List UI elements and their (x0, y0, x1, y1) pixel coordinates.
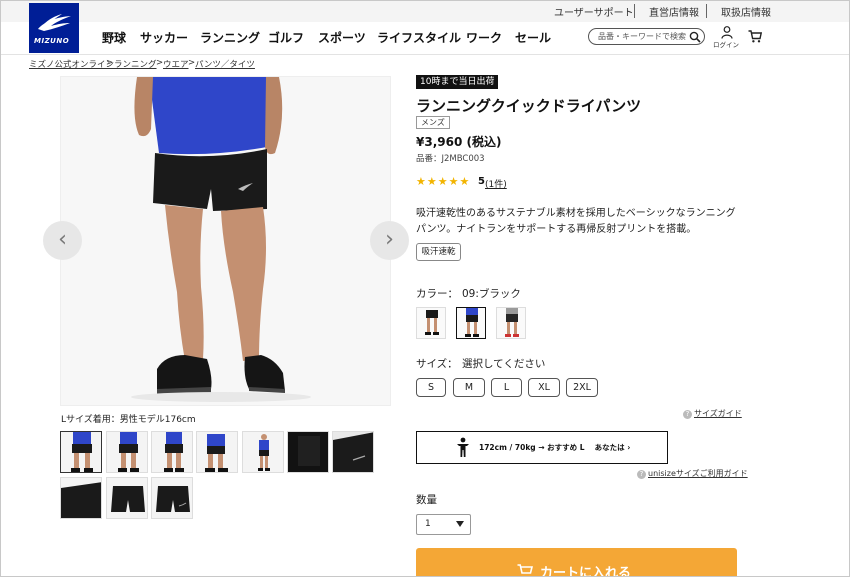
swatch-image (425, 310, 439, 335)
thumbnail[interactable] (106, 477, 148, 519)
rating-stars: ★★★★★ (416, 175, 471, 188)
size-guide-link[interactable]: ? サイズガイド (683, 408, 742, 419)
divider (706, 4, 707, 18)
thumbnail[interactable] (242, 431, 284, 473)
product-title: ランニングクイックドライパンツ (416, 97, 642, 115)
cart-icon[interactable] (748, 30, 762, 43)
size-option-m[interactable]: M (453, 378, 485, 397)
size-option-2xl[interactable]: 2XL (566, 378, 598, 397)
search-input[interactable]: 品番・キーワードで検索 (588, 28, 705, 45)
direct-stores-link[interactable]: 直営店情報 (649, 4, 699, 19)
product-description: 吸汗速乾性のあるサステナブル素材を採用したベーシックなランニングパンツ。ナイトラ… (416, 208, 736, 235)
logo-wordmark: MIZUNO (34, 37, 70, 45)
add-to-cart-label: カートに入れる (540, 566, 632, 577)
breadcrumb-pants[interactable]: パンツ／タイツ (195, 58, 255, 70)
nav-running[interactable]: ランニング (200, 29, 260, 46)
cart-icon (517, 564, 533, 574)
breadcrumb-separator: > (106, 58, 114, 68)
color-value: 09:ブラック (462, 288, 521, 300)
size-label: サイズ： (416, 358, 458, 370)
nav-sale[interactable]: セール (515, 29, 551, 46)
color-swatch-selected[interactable] (456, 307, 486, 339)
thumbnail-image (205, 434, 228, 472)
gender-tag: メンズ (416, 116, 450, 129)
size-guide-label: サイズガイド (694, 409, 742, 418)
header-divider (0, 54, 850, 55)
user-icon (721, 26, 733, 39)
user-support-link[interactable]: ユーザーサポート (554, 4, 634, 19)
search-placeholder: 品番・キーワードで検索 (598, 32, 686, 41)
thumbnail[interactable] (60, 431, 102, 473)
quantity-select[interactable]: 1 (416, 514, 471, 535)
thumbnail-image (61, 478, 101, 518)
nav-baseball[interactable]: 野球 (102, 29, 126, 46)
color-label: カラー： (416, 288, 458, 300)
quantity-value: 1 (425, 519, 431, 529)
login-label: ログイン (713, 41, 739, 49)
thumbnail-image (71, 432, 93, 472)
nav-sports[interactable]: スポーツ (318, 29, 366, 46)
nav-soccer[interactable]: サッカー (140, 29, 188, 46)
thumbnail-image (118, 432, 139, 472)
thumbnail[interactable] (196, 431, 238, 473)
body-figure-icon (457, 437, 469, 457)
help-icon: ? (637, 470, 646, 479)
thumbnail[interactable] (60, 477, 102, 519)
thumbnail[interactable] (287, 431, 329, 473)
thumbnail[interactable] (332, 431, 374, 473)
same-day-shipping-badge: 10時まで当日出荷 (416, 75, 499, 89)
model-caption: Lサイズ着用：男性モデル176cm (61, 415, 196, 425)
breadcrumb-home[interactable]: ミズノ公式オンライン (29, 58, 114, 70)
next-image-button[interactable]: › (370, 221, 409, 260)
nav-work[interactable]: ワーク (466, 29, 502, 46)
unisize-guide-link[interactable]: ? unisizeサイズご利用ガイド (637, 468, 748, 479)
thumbnail-image (111, 486, 145, 512)
utility-bar: ユーザーサポート 直営店情報 取扱店情報 (0, 0, 850, 22)
size-option-l[interactable]: L (491, 378, 522, 397)
nav-lifestyle[interactable]: ライフスタイル (377, 29, 461, 46)
product-photo (131, 77, 311, 402)
product-price: ¥3,960 (税込) (416, 135, 502, 149)
product-code: 品番：J2MBC003 (416, 154, 485, 164)
login-button[interactable]: ログイン (712, 26, 742, 49)
add-to-cart-button[interactable]: カートに入れる (416, 548, 737, 577)
thumbnail-image (156, 486, 190, 512)
review-count-link[interactable]: (1件) (485, 177, 507, 190)
swatch-image (465, 308, 479, 337)
help-icon: ? (683, 410, 692, 419)
size-option-xl[interactable]: XL (528, 378, 560, 397)
thumbnail-image (333, 432, 373, 472)
thumbnail-image (288, 432, 328, 472)
chevron-down-icon (456, 521, 464, 527)
unisize-recommend-text: 172cm / 70kg → おすすめ L あなたは › (479, 443, 631, 452)
breadcrumb-running[interactable]: ランニング (114, 58, 157, 70)
breadcrumb-wear[interactable]: ウエア (163, 58, 189, 70)
search-icon[interactable] (689, 31, 701, 43)
rating-value: 5 (478, 176, 485, 187)
dealers-link[interactable]: 取扱店情報 (721, 4, 771, 19)
unisize-guide-label: unisizeサイズご利用ガイド (648, 469, 748, 478)
thumbnail[interactable] (106, 431, 148, 473)
main-product-image[interactable] (60, 76, 391, 406)
thumbnail[interactable] (151, 431, 193, 473)
unisize-recommend-button[interactable]: 172cm / 70kg → おすすめ L あなたは › (416, 431, 668, 464)
swatch-image (505, 308, 519, 337)
color-swatch[interactable] (416, 307, 446, 339)
quantity-label: 数量 (416, 494, 437, 506)
divider (634, 4, 635, 18)
runbird-icon (38, 14, 71, 31)
size-placeholder: 選択してください (462, 358, 546, 370)
prev-image-button[interactable]: ‹ (43, 221, 82, 260)
thumbnail-image (258, 434, 270, 471)
feature-tag[interactable]: 吸汗速乾 (416, 243, 461, 261)
mizuno-logo[interactable]: MIZUNO (29, 3, 79, 53)
color-swatch[interactable] (496, 307, 526, 339)
thumbnail[interactable] (151, 477, 193, 519)
size-option-s[interactable]: S (416, 378, 446, 397)
nav-golf[interactable]: ゴルフ (268, 29, 304, 46)
thumbnail-image (164, 432, 184, 472)
